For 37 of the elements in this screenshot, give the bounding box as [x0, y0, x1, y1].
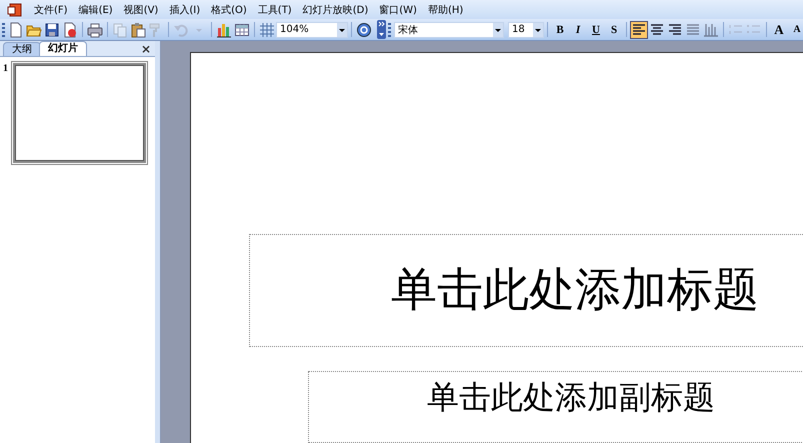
zoom-dropdown[interactable]: 104% [276, 22, 348, 38]
menu-item[interactable]: 窗口(W) [379, 2, 417, 16]
panel-tab[interactable]: 大纲 [3, 42, 41, 56]
font-size-dropdown[interactable]: 18 [508, 22, 544, 38]
grid-icon[interactable] [258, 20, 276, 38]
caret-icon[interactable] [533, 22, 543, 36]
style-button[interactable]: U [587, 20, 605, 38]
clipboard-icon[interactable] [129, 20, 147, 38]
decrease-font-button[interactable]: A [788, 20, 803, 38]
increase-font-button[interactable]: A [770, 20, 788, 38]
subtitle-text: 单击此处添加副标题 [427, 378, 715, 417]
slide-thumbnail[interactable] [13, 63, 146, 163]
style-button[interactable]: I [569, 20, 587, 38]
caret-icon[interactable] [493, 22, 503, 36]
slide-number: 1 [3, 63, 8, 74]
style-button[interactable]: B [551, 20, 569, 38]
menu-item[interactable]: 插入(I) [169, 2, 200, 16]
style-button[interactable]: S [605, 20, 623, 38]
menu-item[interactable]: 文件(F) [34, 2, 68, 16]
app-icon [7, 2, 23, 18]
printer-icon[interactable] [86, 20, 104, 38]
menu-item[interactable]: 幻灯片放映(D) [302, 2, 368, 16]
title-text: 单击此处添加标题 [391, 263, 759, 318]
menu-item[interactable]: 视图(V) [124, 2, 158, 16]
menu-item[interactable]: 编辑(E) [78, 2, 113, 16]
subtitle-placeholder[interactable]: 单击此处添加副标题 [308, 370, 803, 443]
align-left-icon[interactable] [630, 20, 648, 38]
title-placeholder[interactable]: 单击此处添加标题 [249, 234, 803, 347]
menu-item[interactable]: 格式(O) [211, 2, 247, 16]
caret-icon[interactable] [337, 22, 347, 36]
panel-tab[interactable]: 幻灯片 [39, 41, 87, 56]
menu-item[interactable]: 工具(T) [258, 2, 292, 16]
font-dropdown[interactable]: 宋体 [394, 22, 504, 38]
help-icon[interactable] [355, 20, 373, 38]
close-button[interactable]: × [140, 42, 151, 56]
menu-item[interactable]: 帮助(H) [428, 2, 464, 16]
toolbar-options-icon[interactable] [377, 20, 386, 39]
